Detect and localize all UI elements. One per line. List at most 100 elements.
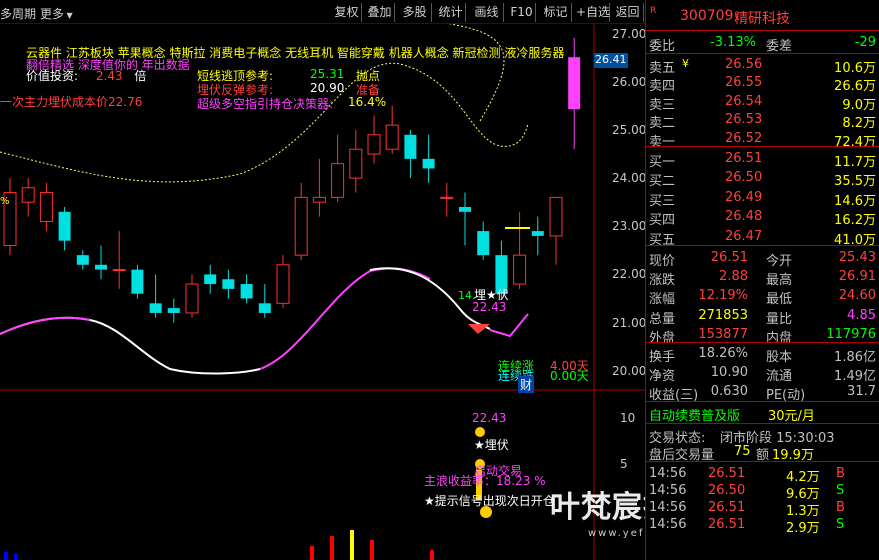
left-edge-mark: % (0, 196, 10, 207)
sell-price: 26.52 (725, 130, 763, 146)
cycle-line-magenta-left (0, 316, 91, 335)
volume-bar (310, 546, 314, 560)
quote-value-2: 117976 (826, 326, 876, 342)
candle-body (440, 196, 454, 199)
stock-header: R 300709 精研科技 (646, 6, 879, 30)
y-tick-label: 27.00 (612, 26, 647, 41)
candle-body (167, 308, 180, 313)
y-tick-label: 25.00 (612, 122, 647, 137)
volume-bar (430, 550, 434, 560)
quote-value-2: 25.43 (838, 250, 876, 265)
candle-body (222, 279, 235, 289)
tick-price: 26.50 (708, 483, 746, 498)
finance-badge[interactable]: 财 (518, 376, 535, 393)
value-invest-unit: 倍 (134, 69, 147, 83)
y-tick-label: 24.00 (612, 171, 647, 186)
toolbar-button-6[interactable]: 标记 (540, 3, 572, 22)
candle-body (477, 231, 490, 256)
quote-value-1: 12.19% (698, 288, 748, 304)
stock-code: 300709 (680, 8, 734, 24)
after-hours-row: 盘后交易量 75 额 19.9万 (646, 441, 879, 463)
value-invest-number: 2.43 (95, 69, 123, 83)
webi-label: 委比 (649, 39, 676, 54)
fall-num: 0.00 (550, 369, 577, 383)
ambush-value: 20.90 (310, 81, 345, 95)
fund-value-1: 10.90 (710, 365, 748, 381)
candle-body (385, 124, 399, 150)
tick-volume: 2.9万 (786, 521, 820, 536)
toolbar-button-3[interactable]: 统计 (436, 3, 466, 22)
candle-body (39, 192, 53, 222)
stock-badge: R (650, 6, 657, 16)
super-signal-value: 16.4% (348, 95, 387, 109)
value-invest-label: 价值投资: (26, 69, 79, 83)
candle-body (112, 269, 126, 272)
more-menu[interactable]: 更多 ▼ (40, 5, 73, 22)
candle-body (21, 187, 35, 203)
candle-body (459, 207, 471, 212)
volume-bar (330, 536, 334, 560)
more-label: 更多 (40, 7, 65, 21)
buy-price: 26.51 (725, 151, 763, 166)
tick-side: B (836, 466, 845, 481)
fund-value-1: 0.630 (710, 384, 748, 400)
candle-body (258, 303, 271, 313)
kline-chart[interactable]: 云器件 江苏板块 苹果概念 特斯拉 消费电子概念 无线耳机 智能穿戴 机器人概念… (0, 24, 797, 560)
candle-body (131, 269, 144, 294)
tick-time: 14:56 (649, 483, 687, 498)
upper-band-right (449, 24, 505, 122)
buy-price: 26.49 (725, 189, 763, 205)
candle-body (58, 211, 71, 241)
quote-value-2: 24.60 (838, 288, 876, 304)
fall-unit: 天 (576, 369, 589, 383)
promo-row[interactable]: 自动续费普及版 30元/月 (646, 402, 879, 424)
cycle-line-magenta-right (489, 313, 529, 338)
value-invest: 价值投资: 2.43 倍 (26, 67, 146, 84)
multi-period-button[interactable]: 多周期 (0, 5, 36, 22)
candle-body (531, 231, 544, 236)
promo-price: 30元/月 (768, 409, 815, 424)
weicha-label: 委差 (766, 39, 793, 54)
toolbar-button-2[interactable]: 多股 (398, 3, 432, 22)
toolbar-button-7[interactable]: +自选 (576, 3, 610, 22)
y-tick-label: 21.00 (612, 315, 647, 330)
volume-bar (370, 540, 374, 560)
candle-body (404, 134, 417, 159)
promo-text: 自动续费普及版 (649, 409, 741, 424)
tick-price: 26.51 (708, 500, 746, 515)
current-price-flag: 26.41 (594, 53, 628, 68)
candle-body (312, 196, 326, 203)
webi-value: -3.13% (710, 35, 756, 50)
sell-price: 26.54 (725, 93, 763, 109)
toolbar-button-1[interactable]: 叠加 (365, 3, 395, 22)
toolbar-button-8[interactable]: 返回 (612, 3, 644, 22)
fund-value-2: 31.7 (847, 384, 876, 400)
candle-body (331, 163, 345, 198)
volume-bar (14, 554, 18, 560)
toolbar-button-5[interactable]: F10 (508, 3, 536, 22)
sell-price: 26.53 (725, 112, 763, 128)
quote-value-1: 2.88 (719, 269, 748, 285)
tick-row[interactable]: 14:56 26.51 2.9万 S (646, 514, 879, 536)
quote-panel: R 300709 精研科技 委比 -3.13% 委差 -29 卖五 ¥26.56 1… (645, 0, 879, 560)
toolbar-button-4[interactable]: 画线 (470, 3, 504, 22)
fall-number: 0.00天 (550, 367, 589, 384)
quote-value-1: 271853 (698, 307, 748, 323)
tick-side: S (836, 517, 845, 532)
chevron-down-icon: ▼ (64, 11, 73, 20)
candle-body (240, 284, 253, 299)
y-tick-label: 20.00 (612, 363, 647, 378)
candle-body (149, 303, 162, 313)
candle-body (294, 196, 308, 256)
toolbar-button-0[interactable]: 复权 (332, 3, 362, 22)
sub-profit-label: 主浪收益率：18.23 % (424, 474, 546, 488)
quote-value-2: 4.85 (847, 307, 876, 323)
tick-side: B (836, 500, 845, 515)
sell-marker-icon (468, 324, 490, 334)
candle-body (513, 254, 527, 285)
tick-time: 14:56 (649, 500, 687, 515)
candle-body (76, 255, 89, 265)
candle-body (349, 148, 363, 179)
after-hours-vol: 75 (734, 444, 751, 459)
candle-body (204, 274, 217, 285)
